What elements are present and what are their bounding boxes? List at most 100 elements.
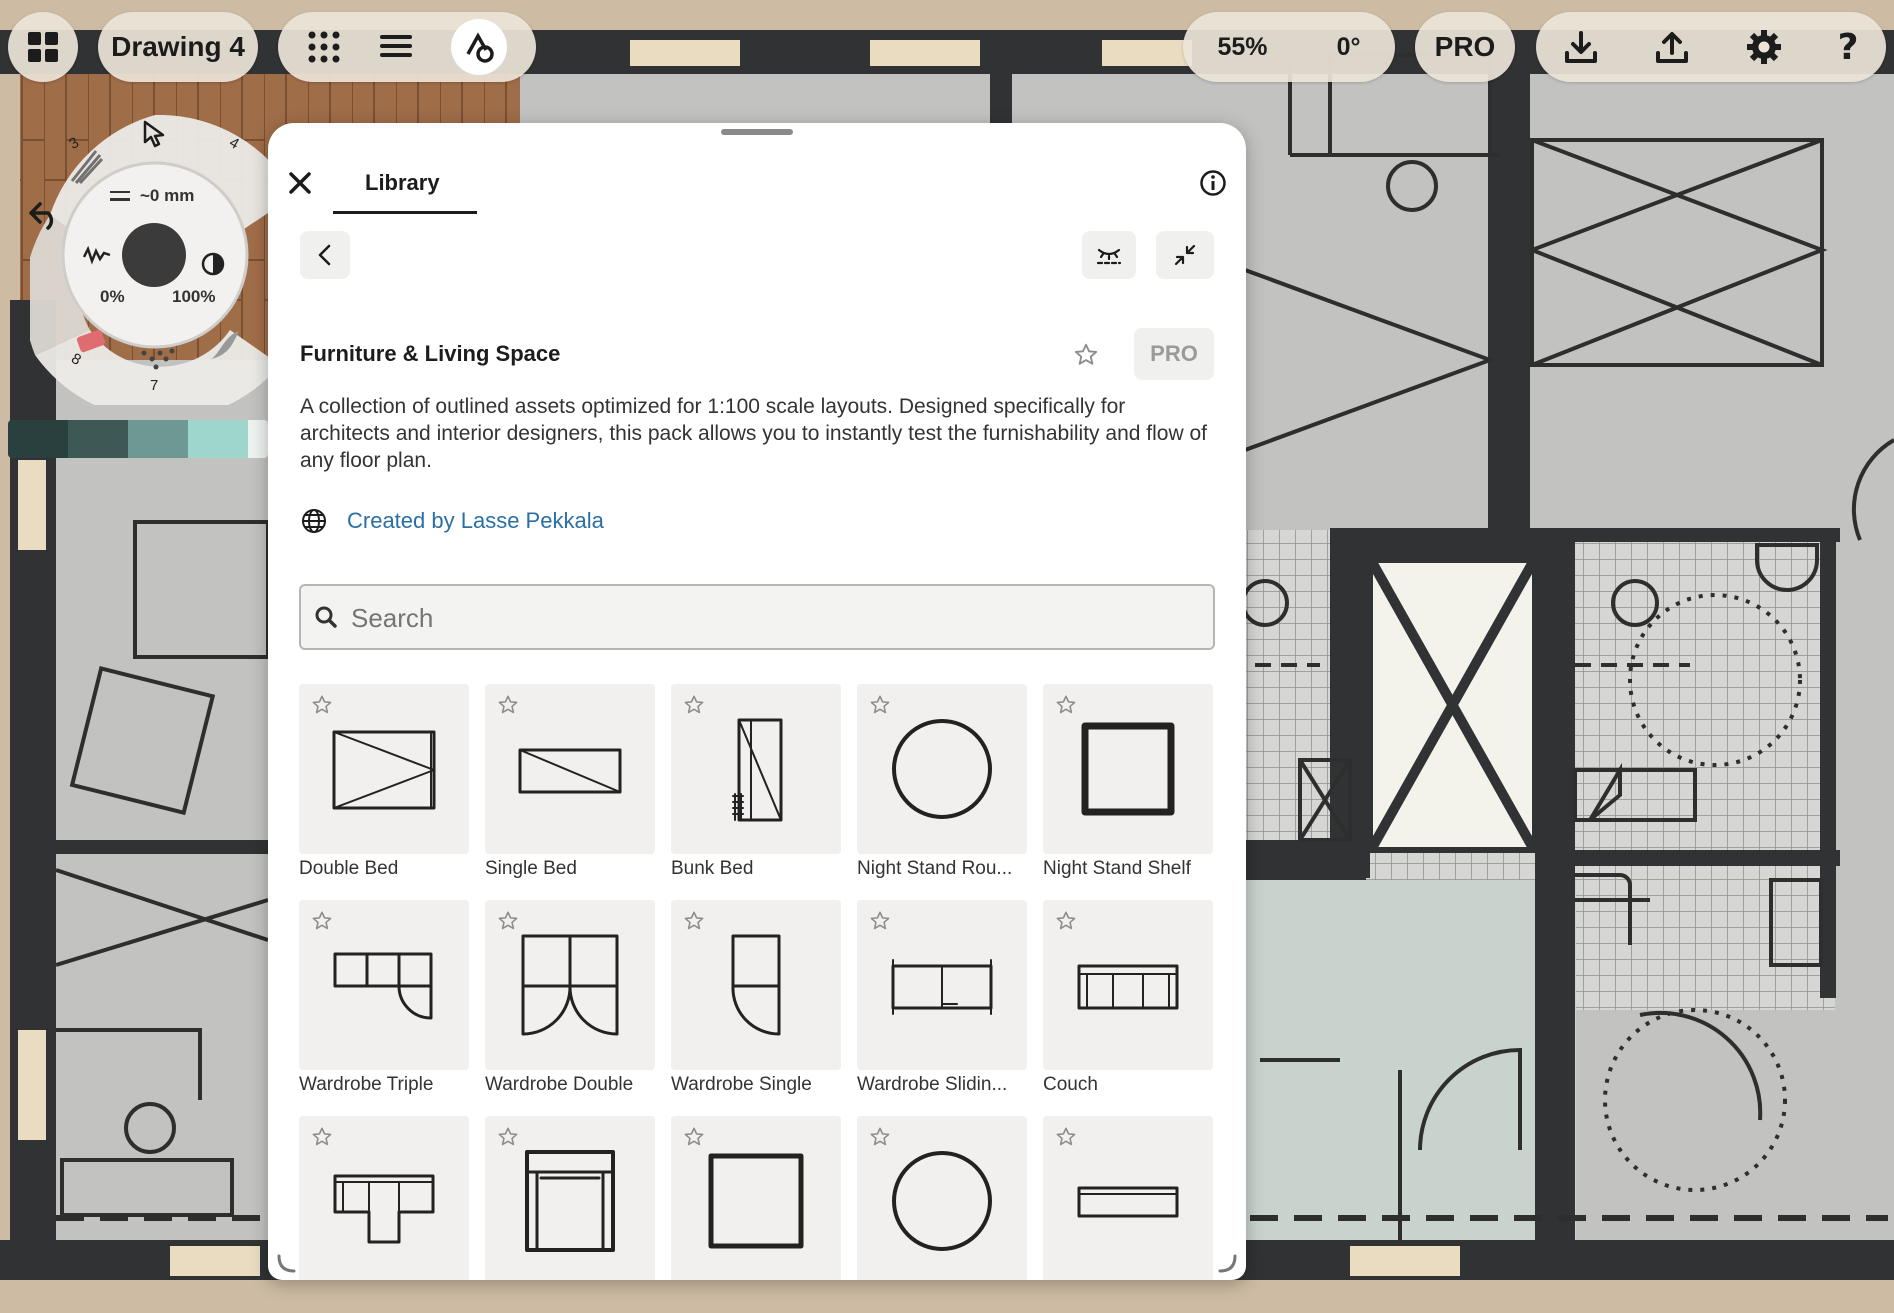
tools-toolbar	[278, 12, 536, 82]
settings-button[interactable]	[1745, 28, 1783, 66]
gear-icon	[1746, 30, 1781, 64]
pro-label: PRO	[1434, 31, 1496, 62]
pro-button[interactable]: PRO	[1415, 12, 1515, 82]
close-icon[interactable]	[286, 169, 314, 197]
back-button[interactable]	[300, 231, 350, 279]
undo-icon[interactable]	[28, 200, 62, 230]
wardrobe-triple-icon	[333, 952, 433, 1020]
night-stand-shelf-icon	[1081, 722, 1175, 816]
tool-wheel[interactable]: 3 4 8 7 ~0 mm 0% 100%	[28, 115, 280, 405]
round-table-icon	[892, 1151, 992, 1251]
gallery-button[interactable]	[8, 12, 78, 82]
pack-title: Furniture & Living Space	[300, 341, 561, 366]
favorite-star-icon[interactable]	[1073, 342, 1099, 368]
pressure-icon[interactable]	[82, 243, 112, 267]
resize-corner-left-icon[interactable]	[276, 1253, 298, 1275]
double-bed-icon	[332, 730, 436, 810]
palette-swatch[interactable]	[128, 420, 188, 458]
asset-tile-wardrobe-single[interactable]	[671, 900, 841, 1070]
dots-grid-icon	[308, 31, 340, 63]
import-button[interactable]	[1563, 29, 1599, 65]
select-arrow-icon[interactable]	[142, 120, 166, 148]
palette-swatch[interactable]	[248, 420, 268, 458]
pro-badge-label: PRO	[1150, 341, 1198, 366]
layers-button[interactable]	[378, 32, 414, 62]
asset-label: Wardrobe Slidin...	[857, 1074, 1008, 1095]
corner-sofa-icon	[333, 1174, 435, 1244]
drag-handle[interactable]	[721, 129, 793, 135]
couch-icon	[1077, 964, 1179, 1010]
asset-label: Wardrobe Triple	[299, 1074, 434, 1095]
drawing-title-button[interactable]: Drawing 4	[98, 12, 258, 82]
export-button[interactable]	[1654, 29, 1690, 65]
square-table-icon	[708, 1153, 804, 1249]
asset-tile-armchair[interactable]	[485, 1116, 655, 1280]
asset-tile-round-table[interactable]	[857, 1116, 1027, 1280]
pro-badge[interactable]: PRO	[1134, 328, 1214, 380]
single-bed-icon	[518, 748, 622, 794]
chevron-left-icon	[318, 244, 331, 266]
palette-swatch[interactable]	[8, 420, 68, 458]
tool-slot-7[interactable]: 7	[150, 377, 158, 394]
asset-label: Single Bed	[485, 858, 577, 879]
resize-corner-right-icon[interactable]	[1216, 1253, 1238, 1275]
menu-dots-button[interactable]	[307, 30, 341, 64]
creator-link[interactable]: Created by Lasse Pekkala	[347, 508, 604, 534]
asset-tile-double-bed[interactable]	[299, 684, 469, 854]
brush-size-label[interactable]: ~0 mm	[140, 186, 194, 206]
minimize-button[interactable]	[1156, 231, 1214, 279]
info-icon[interactable]	[1199, 169, 1227, 197]
opacity-min-label: 0%	[100, 287, 125, 306]
grid-icon	[28, 32, 58, 62]
contrast-icon[interactable]	[200, 251, 226, 277]
help-button[interactable]: ?	[1838, 27, 1859, 68]
opacity-max-label: 100%	[172, 287, 216, 306]
asset-label: Night Stand Shelf	[1043, 858, 1191, 879]
shapes-button[interactable]	[451, 19, 508, 75]
search-field[interactable]	[299, 584, 1215, 650]
asset-label: Bunk Bed	[671, 858, 754, 879]
asset-tile-single-bed[interactable]	[485, 684, 655, 854]
asset-label: Wardrobe Double	[485, 1074, 634, 1095]
scatter-brush-icon[interactable]	[138, 345, 178, 375]
search-input[interactable]	[351, 598, 1191, 638]
actions-toolbar: ?	[1536, 12, 1886, 82]
smudge-icon[interactable]	[205, 325, 245, 365]
globe-icon	[302, 509, 326, 533]
asset-tile-night-stand-round[interactable]	[857, 684, 1027, 854]
tab-library[interactable]: Library	[365, 170, 440, 196]
upload-icon	[1656, 32, 1689, 63]
armchair-icon	[525, 1150, 615, 1252]
layers-icon	[379, 35, 412, 57]
zoom-level: 55%	[1217, 32, 1268, 61]
minimize-arrows-icon	[1174, 244, 1196, 266]
zoom-rotation-indicator[interactable]: 55% 0°	[1183, 12, 1395, 82]
rotation-angle: 0°	[1336, 32, 1361, 61]
drawing-title: Drawing 4	[111, 31, 245, 62]
tv-bench-icon	[1077, 1186, 1179, 1218]
asset-label: Night Stand Rou...	[857, 858, 1013, 879]
color-swatch[interactable]	[122, 223, 186, 287]
palette-swatch[interactable]	[68, 420, 128, 458]
pencil-brush-icon[interactable]	[66, 143, 110, 187]
asset-label: Couch	[1043, 1074, 1098, 1095]
eraser-icon[interactable]	[74, 327, 110, 357]
asset-tile-square-table[interactable]	[671, 1116, 841, 1280]
download-icon	[1565, 31, 1598, 63]
asset-tile-wardrobe-double[interactable]	[485, 900, 655, 1070]
asset-tile-bunk-bed[interactable]	[671, 684, 841, 854]
asset-tile-tv-bench[interactable]	[1043, 1116, 1213, 1280]
asset-tile-wardrobe-triple[interactable]	[299, 900, 469, 1070]
asset-label: Double Bed	[299, 858, 399, 879]
asset-tile-night-stand-shelf[interactable]	[1043, 684, 1213, 854]
pack-description: A collection of outlined assets optimize…	[300, 395, 1207, 472]
asset-tile-couch[interactable]	[1043, 900, 1213, 1070]
palette-swatch[interactable]	[188, 420, 248, 458]
bunk-bed-icon	[732, 718, 783, 822]
wardrobe-sliding-icon	[891, 959, 993, 1015]
wardrobe-double-icon	[521, 934, 619, 1036]
asset-tile-corner-sofa[interactable]	[299, 1116, 469, 1280]
asset-tile-wardrobe-sliding[interactable]	[857, 900, 1027, 1070]
collapse-view-button[interactable]	[1082, 231, 1136, 279]
search-icon	[315, 606, 337, 628]
